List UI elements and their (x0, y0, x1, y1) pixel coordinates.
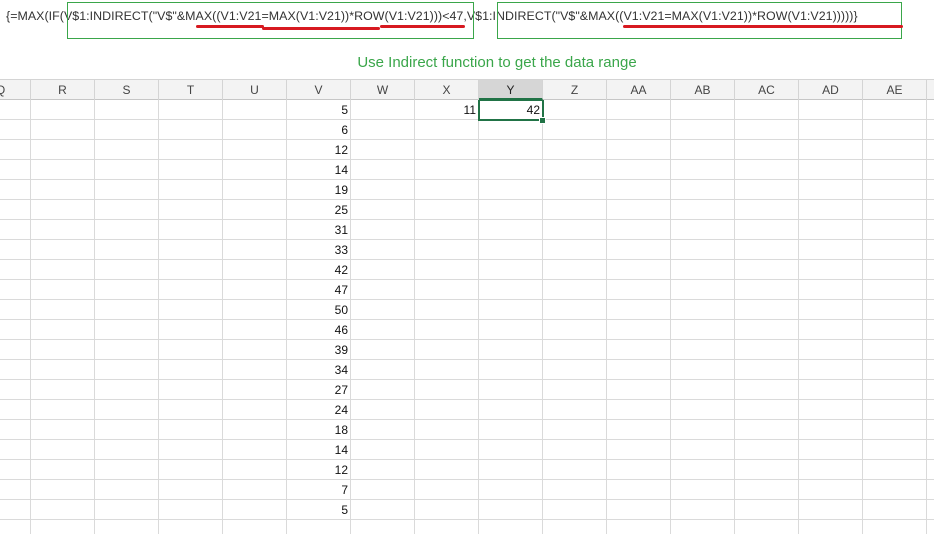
gridline-horizontal (0, 519, 934, 520)
cell-v3[interactable]: 12 (287, 140, 350, 160)
column-header-x[interactable]: X (415, 80, 479, 100)
formula-bar[interactable]: {=MAX(IF(V$1:INDIRECT("V$"&MAX((V1:V21=M… (0, 0, 934, 44)
highlight-box-second-indirect (497, 2, 902, 39)
gridline-horizontal (0, 439, 934, 440)
cell-v16[interactable]: 24 (287, 400, 350, 420)
cell-v5[interactable]: 19 (287, 180, 350, 200)
cell-v13[interactable]: 39 (287, 340, 350, 360)
gridline-horizontal (0, 259, 934, 260)
gridline-vertical (350, 100, 351, 534)
underline-row-part (380, 25, 465, 28)
gridline-horizontal (0, 419, 934, 420)
gridline-vertical (30, 100, 31, 534)
column-header-ac[interactable]: AC (735, 80, 799, 100)
cell-v4[interactable]: 14 (287, 160, 350, 180)
gridline-horizontal (0, 399, 934, 400)
gridline-horizontal (0, 279, 934, 280)
cell-v1[interactable]: 5 (287, 100, 350, 120)
gridline-horizontal (0, 339, 934, 340)
cell-v21[interactable]: 5 (287, 500, 350, 520)
gridline-vertical (734, 100, 735, 534)
gridline-horizontal (0, 479, 934, 480)
highlight-box-first-indirect (67, 2, 474, 39)
gridline-horizontal (0, 299, 934, 300)
column-header-ae[interactable]: AE (863, 80, 927, 100)
gridline-horizontal (0, 199, 934, 200)
gridline-horizontal (0, 379, 934, 380)
fill-handle[interactable] (539, 117, 546, 124)
column-header-r[interactable]: R (31, 80, 95, 100)
annotation-text: Use Indirect function to get the data ra… (357, 54, 637, 71)
gridline-horizontal (0, 159, 934, 160)
gridline-horizontal (0, 499, 934, 500)
cell-v7[interactable]: 31 (287, 220, 350, 240)
column-header-v[interactable]: V (287, 80, 351, 100)
column-header-ab[interactable]: AB (671, 80, 735, 100)
gridline-vertical (94, 100, 95, 534)
cell-grid[interactable]: 5 6 12 14 19 25 31 33 42 47 50 46 39 34 … (0, 100, 934, 534)
cell-v9[interactable]: 42 (287, 260, 350, 280)
gridline-horizontal (0, 319, 934, 320)
gridline-vertical (478, 100, 479, 534)
column-header-row: Q R S T U V W X Y Z AA AB AC AD AE (0, 79, 934, 100)
gridline-horizontal (0, 239, 934, 240)
cell-v10[interactable]: 47 (287, 280, 350, 300)
cell-v17[interactable]: 18 (287, 420, 350, 440)
underline-max-part2 (262, 27, 380, 30)
cell-v15[interactable]: 27 (287, 380, 350, 400)
cell-v19[interactable]: 12 (287, 460, 350, 480)
column-header-s[interactable]: S (95, 80, 159, 100)
gridline-horizontal (0, 139, 934, 140)
cell-v8[interactable]: 33 (287, 240, 350, 260)
cell-v11[interactable]: 50 (287, 300, 350, 320)
cell-v6[interactable]: 25 (287, 200, 350, 220)
gridline-vertical (158, 100, 159, 534)
selected-cell-outline[interactable] (478, 100, 544, 121)
column-header-t[interactable]: T (159, 80, 223, 100)
underline-max-second (623, 25, 903, 28)
gridline-vertical (862, 100, 863, 534)
gridline-horizontal (0, 219, 934, 220)
gridline-horizontal (0, 179, 934, 180)
gridline-horizontal (0, 459, 934, 460)
gridline-vertical (798, 100, 799, 534)
column-header-u[interactable]: U (223, 80, 287, 100)
column-header-z[interactable]: Z (543, 80, 607, 100)
cell-v14[interactable]: 34 (287, 360, 350, 380)
gridline-vertical (222, 100, 223, 534)
column-header-aa[interactable]: AA (607, 80, 671, 100)
column-header-w[interactable]: W (351, 80, 415, 100)
column-header-q[interactable]: Q (0, 80, 31, 100)
gridline-horizontal (0, 359, 934, 360)
underline-max-part1 (196, 25, 264, 28)
cell-v2[interactable]: 6 (287, 120, 350, 140)
gridline-vertical (926, 100, 927, 534)
gridline-vertical (606, 100, 607, 534)
cell-v12[interactable]: 46 (287, 320, 350, 340)
cell-v20[interactable]: 7 (287, 480, 350, 500)
column-header-y[interactable]: Y (479, 80, 543, 100)
gridline-vertical (670, 100, 671, 534)
gridline-vertical (414, 100, 415, 534)
cell-v18[interactable]: 14 (287, 440, 350, 460)
column-header-ad[interactable]: AD (799, 80, 863, 100)
cell-x1[interactable]: 11 (415, 100, 478, 120)
gridline-vertical (542, 100, 543, 534)
